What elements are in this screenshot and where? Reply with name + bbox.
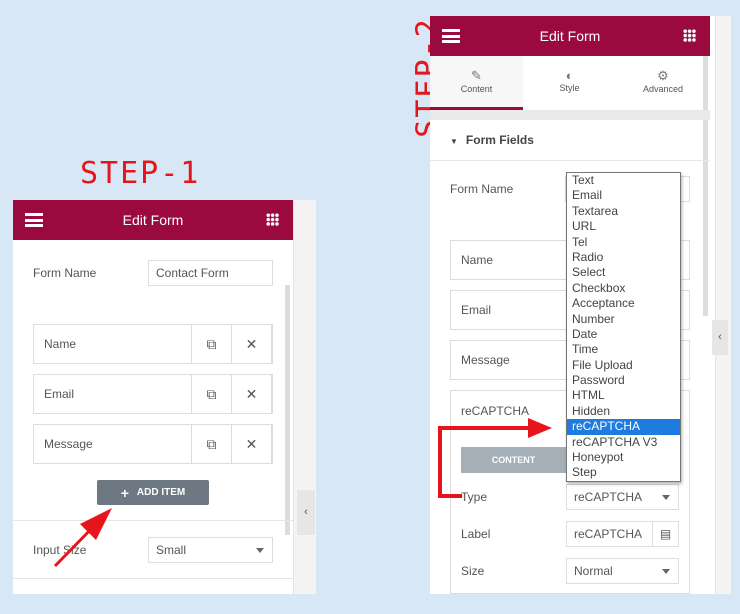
tab-label: Content	[460, 84, 493, 94]
form-field-item[interactable]: Message ⧉ ✕	[33, 424, 273, 464]
arrow-annotation	[438, 418, 552, 498]
dropdown-option[interactable]: Checkbox	[567, 281, 680, 296]
preview-edge	[715, 16, 731, 594]
close-icon[interactable]: ✕	[231, 324, 272, 364]
add-item-label: ADD ITEM	[136, 487, 186, 498]
tab-label: Style	[559, 83, 580, 93]
dynamic-tags-icon[interactable]: ▤	[652, 521, 679, 547]
tab-advanced[interactable]: ⚙ Advanced	[616, 56, 710, 110]
form-name-input[interactable]: Contact Form	[148, 260, 273, 286]
scrollbar[interactable]	[285, 285, 290, 535]
dropdown-option[interactable]: Hidden	[567, 404, 680, 419]
form-field-item[interactable]: Email ⧉ ✕	[33, 374, 273, 414]
pencil-icon: ✎	[471, 68, 482, 83]
item-label: Email	[44, 387, 75, 401]
dropdown-option[interactable]: Email	[567, 188, 680, 203]
duplicate-icon[interactable]: ⧉	[191, 424, 232, 464]
field-type-dropdown[interactable]: Text Email Textarea URL Tel Radio Select Checkb…	[566, 172, 681, 482]
dropdown-option[interactable]: Date	[567, 327, 680, 342]
caret-down-icon: ▼	[450, 137, 458, 146]
step-1-label: STEP-1	[80, 156, 201, 191]
chevron-down-icon	[256, 548, 264, 553]
tab-style[interactable]: ◐ Style	[523, 56, 616, 110]
divider	[430, 110, 710, 120]
dropdown-option[interactable]: Acceptance	[567, 296, 680, 311]
collapse-panel-button[interactable]: ‹	[297, 490, 315, 535]
dropdown-option[interactable]: HTML	[567, 388, 680, 403]
duplicate-icon[interactable]: ⧉	[191, 374, 232, 414]
select-value: reCAPTCHA	[574, 490, 643, 504]
apps-grid-icon[interactable]	[266, 213, 279, 226]
plus-icon: +	[120, 484, 129, 501]
input-size-select[interactable]: Small	[148, 537, 273, 563]
close-icon[interactable]: ✕	[231, 424, 272, 464]
form-name-label: Form Name	[33, 266, 97, 280]
dropdown-option[interactable]: Textarea	[567, 204, 680, 219]
chevron-down-icon	[662, 495, 670, 500]
dropdown-option[interactable]: Password	[567, 373, 680, 388]
label-label: Label	[461, 527, 491, 541]
dropdown-option[interactable]: reCAPTCHA V3	[567, 435, 680, 450]
panel-header: Edit Form	[13, 200, 293, 240]
section-form-fields[interactable]: ▼ Form Fields	[450, 133, 534, 147]
menu-icon[interactable]	[25, 213, 43, 227]
dropdown-option[interactable]: Number	[567, 312, 680, 327]
form-name-label: Form Name	[450, 182, 514, 196]
apps-grid-icon[interactable]	[683, 29, 696, 42]
dropdown-option[interactable]: Step	[567, 465, 680, 480]
dropdown-option[interactable]: Time	[567, 342, 680, 357]
collapse-panel-button[interactable]: ‹	[712, 320, 728, 355]
size-select[interactable]: Normal	[566, 558, 679, 584]
header-title: Edit Form	[122, 212, 184, 228]
section-title: Form Fields	[465, 133, 534, 147]
dropdown-option[interactable]: Tel	[567, 235, 680, 250]
close-icon[interactable]: ✕	[231, 374, 272, 414]
select-value: Small	[156, 543, 187, 557]
dropdown-option[interactable]: Select	[567, 265, 680, 280]
item-label: Email	[461, 303, 492, 317]
header-title: Edit Form	[539, 28, 601, 44]
type-select[interactable]: reCAPTCHA	[566, 484, 679, 510]
tab-content[interactable]: ✎ Content	[430, 56, 523, 110]
form-field-item[interactable]: Name ⧉ ✕	[33, 324, 273, 364]
gear-icon: ⚙	[657, 68, 669, 83]
chevron-down-icon	[662, 569, 670, 574]
tab-label: Advanced	[642, 84, 684, 94]
size-label: Size	[461, 564, 485, 578]
dropdown-option[interactable]: File Upload	[567, 358, 680, 373]
dropdown-option[interactable]: Radio	[567, 250, 680, 265]
dropdown-option[interactable]: reCAPTCHA	[567, 419, 680, 435]
select-value: Normal	[574, 564, 613, 578]
half-circle-icon: ◐	[565, 68, 574, 83]
dropdown-option[interactable]: Text	[567, 173, 680, 188]
menu-icon[interactable]	[442, 29, 460, 43]
item-label: Name	[461, 253, 494, 267]
arrow-annotation	[53, 508, 112, 568]
duplicate-icon[interactable]: ⧉	[191, 324, 232, 364]
item-label: Name	[44, 337, 77, 351]
panel-header: Edit Form	[430, 16, 710, 56]
dropdown-option[interactable]: Honeypot	[567, 450, 680, 465]
item-label: Message	[461, 353, 510, 367]
dropdown-option[interactable]: URL	[567, 219, 680, 234]
item-label: Message	[44, 437, 93, 451]
label-input[interactable]: reCAPTCHA	[566, 521, 653, 547]
